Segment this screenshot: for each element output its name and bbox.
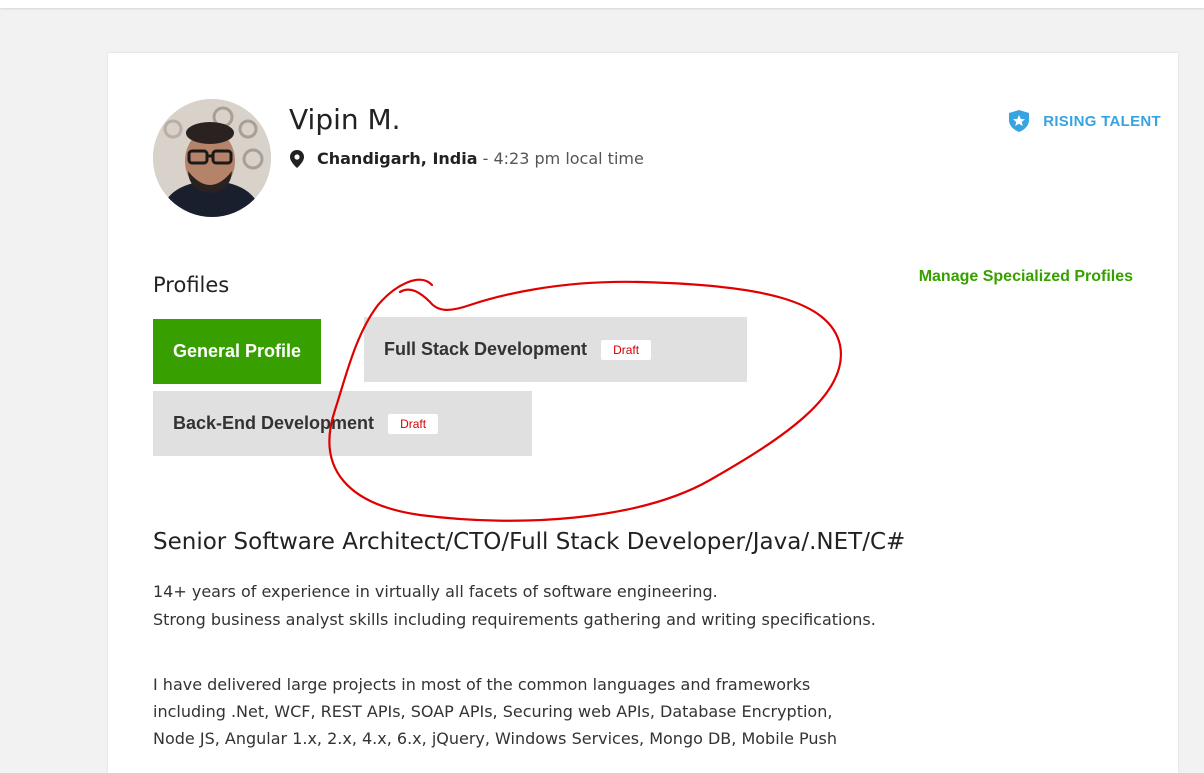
location-city: Chandigarh, India [317,149,478,168]
tab-full-stack-development-label: Full Stack Development [384,339,588,359]
rising-talent-shield-icon [1009,110,1030,132]
profile-title: Senior Software Architect/CTO/Full Stack… [153,529,906,555]
local-time: 4:23 pm local time [493,149,644,168]
profiles-heading: Profiles [153,273,230,297]
location-separator: - [477,149,494,168]
overview-line: Strong business analyst skills including… [153,610,876,629]
overview-line: including .Net, WCF, REST APIs, SOAP API… [153,702,833,721]
draft-badge: Draft [601,339,652,360]
location-line: Chandigarh, India - 4:23 pm local time [290,149,644,168]
tab-general-profile[interactable]: General Profile [153,319,322,384]
profile-card: Vipin M. Chandigarh, India - 4:23 pm loc… [108,53,1178,773]
freelancer-name: Vipin M. [289,103,401,136]
manage-specialized-profiles-link[interactable]: Manage Specialized Profiles [919,268,1133,286]
tab-back-end-development-label: Back-End Development [173,413,375,433]
top-nav-bar [0,0,1204,8]
tab-general-profile-label: General Profile [173,341,302,361]
map-pin-icon [290,149,304,168]
avatar[interactable] [153,99,271,217]
avatar-photo [153,99,271,217]
overview-line: 14+ years of experience in virtually all… [153,582,718,601]
overview-line: I have delivered large projects in most … [153,675,811,694]
tab-back-end-development[interactable]: Back-End Development Draft [153,391,532,456]
overview-line: Node JS, Angular 1.x, 2.x, 4.x, 6.x, jQu… [153,729,837,748]
rising-talent-badge[interactable]: RISING TALENT [1009,110,1161,132]
rising-talent-label: RISING TALENT [1043,112,1161,130]
draft-badge: Draft [388,413,439,434]
tab-full-stack-development[interactable]: Full Stack Development Draft [364,317,747,382]
